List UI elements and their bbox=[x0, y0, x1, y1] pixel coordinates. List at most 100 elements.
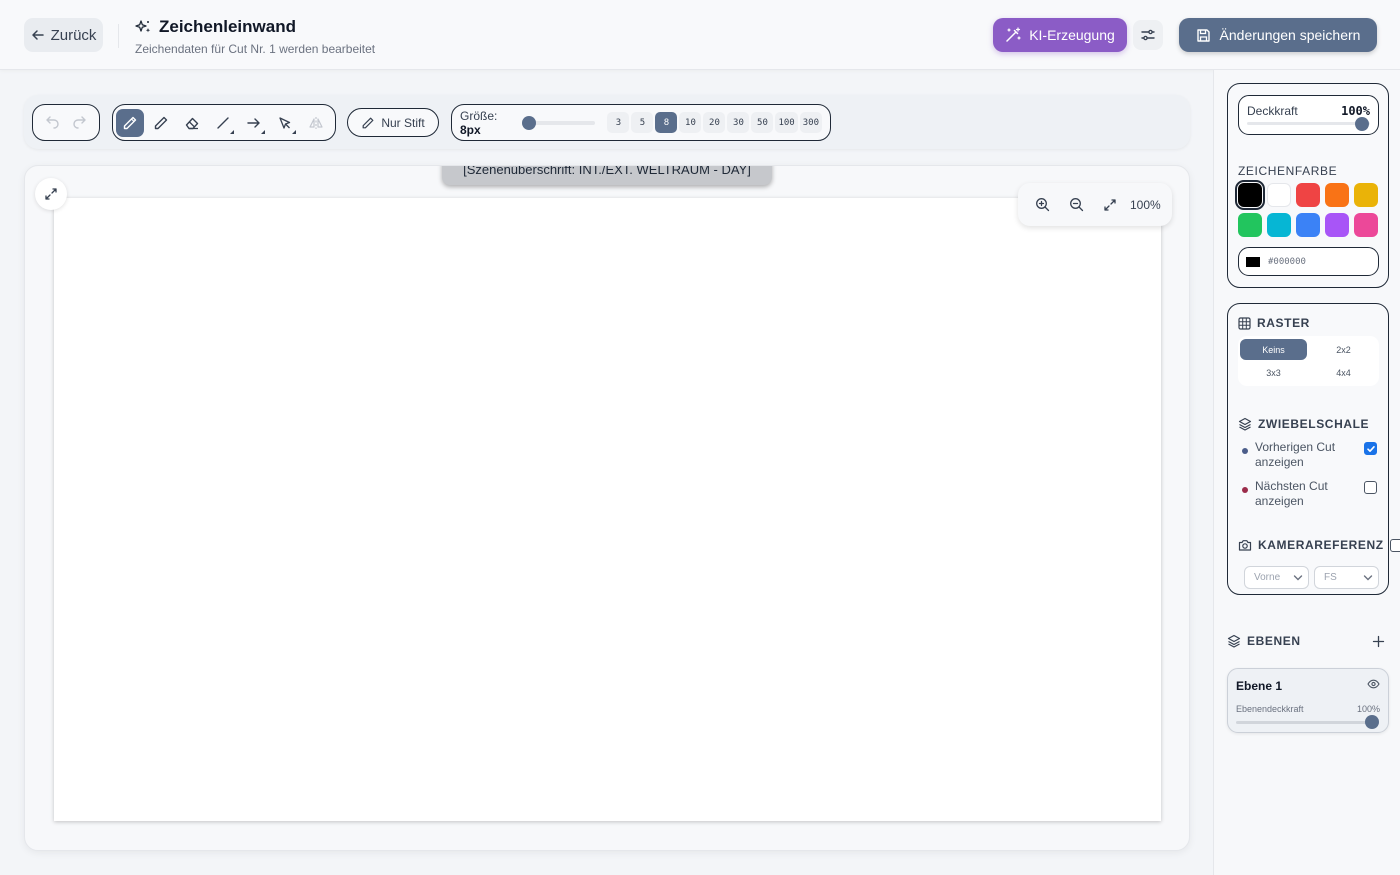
select-tool-button[interactable] bbox=[271, 109, 299, 137]
size-option-3[interactable]: 3 bbox=[607, 112, 630, 133]
pen-icon bbox=[122, 115, 138, 131]
opacity-slider-knob[interactable] bbox=[1355, 117, 1369, 131]
grid-option-3x3[interactable]: 3x3 bbox=[1240, 361, 1307, 384]
layer-opacity-slider[interactable] bbox=[1236, 721, 1378, 724]
back-label: Zurück bbox=[50, 26, 97, 44]
layers-icon bbox=[1238, 417, 1252, 431]
color-swatches bbox=[1235, 180, 1380, 237]
eraser-tool-button[interactable] bbox=[178, 109, 206, 137]
drawing-canvas[interactable] bbox=[54, 198, 1161, 821]
grid-option-keins[interactable]: Keins bbox=[1240, 339, 1307, 360]
expand-icon bbox=[1103, 198, 1117, 212]
tools-group bbox=[112, 104, 336, 141]
properties-sidebar: Deckkraft 100% ZEICHENFARBE #000000 RAST… bbox=[1213, 70, 1400, 875]
size-option-8[interactable]: 8 bbox=[655, 112, 678, 133]
undo-icon[interactable] bbox=[45, 115, 60, 130]
color-swatch[interactable] bbox=[1325, 183, 1349, 207]
color-swatch[interactable] bbox=[1296, 213, 1320, 237]
size-option-100[interactable]: 100 bbox=[775, 112, 798, 133]
fit-to-screen-button[interactable] bbox=[1096, 191, 1124, 219]
color-preview-chip bbox=[1246, 256, 1260, 267]
pen-only-toggle[interactable]: Nur Stift bbox=[347, 108, 439, 137]
zoom-controls: 100% bbox=[1018, 183, 1172, 226]
opacity-value: 100% bbox=[1341, 104, 1370, 118]
brush-size-slider[interactable] bbox=[521, 115, 596, 130]
size-option-300[interactable]: 300 bbox=[799, 112, 822, 133]
size-option-30[interactable]: 30 bbox=[727, 112, 750, 133]
size-option-10[interactable]: 10 bbox=[679, 112, 702, 133]
camera-icon bbox=[1238, 539, 1252, 552]
next-cut-color-dot bbox=[1242, 487, 1248, 493]
redo-icon[interactable] bbox=[72, 115, 87, 130]
history-group bbox=[32, 104, 100, 141]
size-presets: 3 5 8 10 20 30 50 100 300 bbox=[607, 112, 822, 133]
fullscreen-button[interactable] bbox=[35, 178, 67, 210]
zoom-in-icon bbox=[1035, 197, 1050, 212]
arrow-tool-button[interactable] bbox=[240, 109, 268, 137]
flip-horizontal-icon bbox=[308, 115, 324, 131]
submenu-indicator bbox=[261, 129, 265, 134]
title-block: Zeichenleinwand Zeichendaten für Cut Nr.… bbox=[135, 17, 375, 56]
line-tool-button[interactable] bbox=[209, 109, 237, 137]
chevron-down-icon bbox=[1363, 575, 1373, 581]
layer-name: Ebene 1 bbox=[1236, 679, 1283, 693]
sparkles-icon bbox=[135, 19, 152, 36]
size-option-50[interactable]: 50 bbox=[751, 112, 774, 133]
brush-panel: Deckkraft 100% ZEICHENFARBE #000000 bbox=[1227, 83, 1389, 288]
ai-generate-button[interactable]: KI-Erzeugung bbox=[993, 18, 1127, 52]
mirror-tool-button[interactable] bbox=[302, 109, 330, 137]
hex-color-input[interactable]: #000000 bbox=[1238, 247, 1379, 276]
color-swatch[interactable] bbox=[1238, 213, 1262, 237]
opacity-control: Deckkraft 100% bbox=[1238, 95, 1379, 135]
layer-opacity-label: Ebenendeckkraft bbox=[1236, 704, 1304, 714]
eraser-icon bbox=[184, 115, 200, 131]
onion-section-title: ZWIEBELSCHALE bbox=[1238, 417, 1369, 431]
pencil-icon bbox=[153, 115, 169, 131]
prev-cut-color-dot bbox=[1242, 448, 1248, 454]
cursor-icon bbox=[277, 115, 293, 131]
onion-next-checkbox[interactable] bbox=[1364, 481, 1377, 494]
zoom-out-button[interactable] bbox=[1062, 191, 1090, 219]
save-icon bbox=[1196, 28, 1211, 43]
add-layer-button[interactable] bbox=[1367, 630, 1389, 652]
eye-icon[interactable] bbox=[1367, 679, 1380, 689]
size-option-20[interactable]: 20 bbox=[703, 112, 726, 133]
zoom-out-icon bbox=[1069, 197, 1084, 212]
size-label: Größe: 8px bbox=[460, 108, 498, 137]
color-swatch[interactable] bbox=[1267, 213, 1291, 237]
camera-shot-select[interactable]: FS bbox=[1314, 566, 1379, 589]
color-swatch[interactable] bbox=[1267, 183, 1291, 207]
grid-option-4x4[interactable]: 4x4 bbox=[1310, 361, 1377, 384]
color-swatch[interactable] bbox=[1296, 183, 1320, 207]
camera-angle-select[interactable]: Vorne bbox=[1244, 566, 1309, 589]
color-swatch[interactable] bbox=[1235, 180, 1265, 210]
size-option-5[interactable]: 5 bbox=[631, 112, 654, 133]
layer-item[interactable]: Ebene 1 Ebenendeckkraft 100% bbox=[1227, 668, 1389, 733]
color-swatch[interactable] bbox=[1325, 213, 1349, 237]
sliders-icon bbox=[1141, 28, 1155, 42]
onion-prev-label: Vorherigen Cut anzeigen bbox=[1255, 440, 1336, 469]
header-divider bbox=[118, 24, 119, 48]
color-swatch[interactable] bbox=[1354, 213, 1378, 237]
ai-generate-label: KI-Erzeugung bbox=[1029, 27, 1115, 43]
opacity-slider[interactable] bbox=[1247, 122, 1370, 125]
zoom-in-button[interactable] bbox=[1028, 191, 1056, 219]
camera-reference-checkbox[interactable] bbox=[1389, 538, 1400, 552]
back-button[interactable]: Zurück bbox=[24, 18, 103, 52]
arrow-left-icon bbox=[31, 28, 45, 42]
slider-knob[interactable] bbox=[521, 115, 536, 130]
onion-prev-checkbox[interactable] bbox=[1364, 442, 1377, 455]
chevron-down-icon bbox=[1293, 575, 1303, 581]
pen-tool-button[interactable] bbox=[116, 108, 144, 137]
color-swatch[interactable] bbox=[1354, 183, 1378, 207]
pencil-tool-button[interactable] bbox=[147, 109, 175, 137]
settings-button[interactable] bbox=[1133, 20, 1163, 50]
grid-options: Keins 2x2 3x3 4x4 bbox=[1238, 336, 1379, 386]
layer-opacity-knob[interactable] bbox=[1365, 715, 1379, 729]
arrow-right-icon bbox=[246, 115, 262, 131]
grid-option-2x2[interactable]: 2x2 bbox=[1310, 338, 1377, 361]
onion-next-label: Nächsten Cut anzeigen bbox=[1255, 479, 1328, 508]
submenu-indicator bbox=[230, 129, 234, 134]
camera-section-title: KAMERAREFERENZ bbox=[1238, 538, 1400, 552]
save-changes-button[interactable]: Änderungen speichern bbox=[1179, 18, 1377, 52]
